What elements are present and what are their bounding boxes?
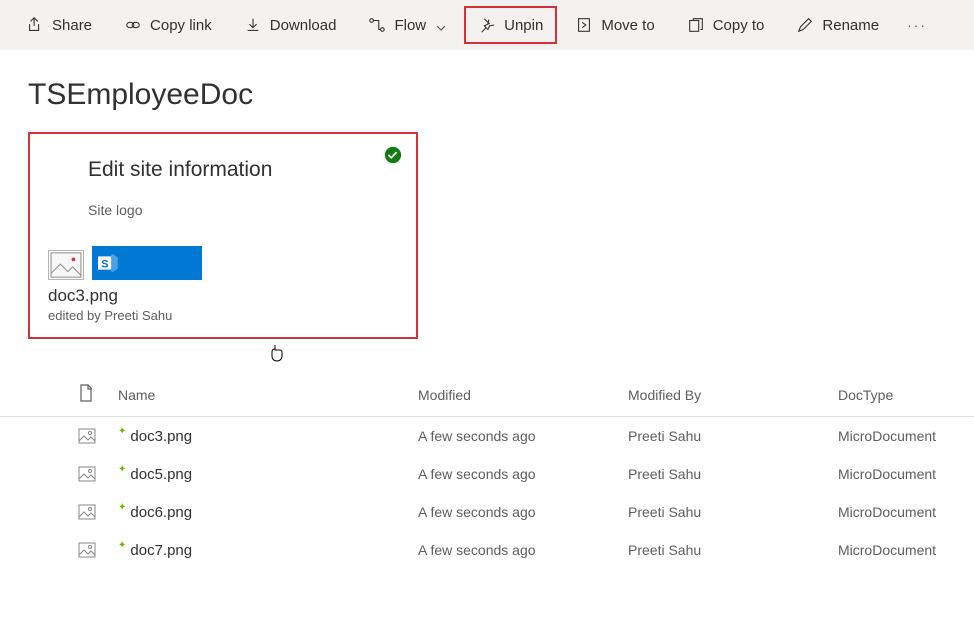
doctype-cell: MicroDocument [838, 504, 974, 520]
cursor-icon [270, 344, 284, 362]
list-row[interactable]: ✦doc5.png A few seconds ago Preeti Sahu … [0, 455, 974, 493]
more-button[interactable]: ··· [897, 9, 937, 41]
doctype-header[interactable]: DocType [838, 387, 974, 403]
list-header: Name Modified Modified By DocType [0, 373, 974, 417]
moveto-icon [575, 16, 593, 34]
image-file-icon [78, 541, 96, 559]
thumbnail: S [48, 246, 398, 280]
toolbar: Share Copy link Download Flow Unpin Move… [0, 0, 974, 50]
share-icon [26, 16, 44, 34]
card-filename: doc3.png [48, 286, 398, 306]
file-name: doc6.png [130, 504, 192, 521]
new-indicator-icon: ✦ [118, 426, 126, 437]
copyto-button[interactable]: Copy to [673, 6, 779, 44]
list-row[interactable]: ✦doc7.png A few seconds ago Preeti Sahu … [0, 531, 974, 569]
unpin-label: Unpin [504, 17, 543, 34]
modified-header[interactable]: Modified [418, 387, 628, 403]
unpin-icon [478, 16, 496, 34]
doctype-cell: MicroDocument [838, 466, 974, 482]
list-row[interactable]: ✦doc6.png A few seconds ago Preeti Sahu … [0, 493, 974, 531]
modified-cell: A few seconds ago [418, 428, 628, 444]
share-button[interactable]: Share [12, 6, 106, 44]
new-indicator-icon: ✦ [118, 502, 126, 513]
modifiedby-cell: Preeti Sahu [628, 542, 838, 558]
copylink-label: Copy link [150, 17, 212, 34]
rename-button[interactable]: Rename [782, 6, 893, 44]
image-file-icon [78, 503, 96, 521]
modifiedby-header[interactable]: Modified By [628, 387, 838, 403]
image-placeholder-icon [48, 250, 84, 280]
pinned-card[interactable]: Edit site information Site logo S doc3.p… [28, 132, 418, 339]
page-title: TSEmployeeDoc [28, 78, 974, 112]
image-file-icon [78, 465, 96, 483]
link-icon [124, 16, 142, 34]
moveto-button[interactable]: Move to [561, 6, 668, 44]
file-name: doc7.png [130, 542, 192, 559]
unpin-button[interactable]: Unpin [464, 6, 557, 44]
card-subtitle: Site logo [88, 202, 398, 218]
flow-button[interactable]: Flow [354, 6, 460, 44]
card-meta: edited by Preeti Sahu [48, 308, 398, 323]
image-file-icon [78, 427, 96, 445]
doctype-cell: MicroDocument [838, 428, 974, 444]
file-name: doc3.png [130, 428, 192, 445]
flow-label: Flow [394, 17, 426, 34]
modifiedby-cell: Preeti Sahu [628, 466, 838, 482]
card-title: Edit site information [88, 158, 398, 182]
modified-cell: A few seconds ago [418, 466, 628, 482]
modified-cell: A few seconds ago [418, 542, 628, 558]
svg-text:S: S [101, 258, 108, 270]
copyto-icon [687, 16, 705, 34]
pencil-icon [796, 16, 814, 34]
copylink-button[interactable]: Copy link [110, 6, 226, 44]
download-label: Download [270, 17, 337, 34]
new-indicator-icon: ✦ [118, 540, 126, 551]
modifiedby-cell: Preeti Sahu [628, 504, 838, 520]
doctype-cell: MicroDocument [838, 542, 974, 558]
list-row[interactable]: ✦doc3.png A few seconds ago Preeti Sahu … [0, 417, 974, 455]
check-icon [384, 146, 402, 164]
rename-label: Rename [822, 17, 879, 34]
new-indicator-icon: ✦ [118, 464, 126, 475]
download-button[interactable]: Download [230, 6, 351, 44]
share-label: Share [52, 17, 92, 34]
file-type-header-icon[interactable] [78, 383, 118, 406]
chevron-down-icon [436, 20, 446, 30]
name-header[interactable]: Name [118, 387, 418, 403]
sharepoint-logo: S [92, 246, 202, 280]
flow-icon [368, 16, 386, 34]
copyto-label: Copy to [713, 17, 765, 34]
file-name: doc5.png [130, 466, 192, 483]
download-icon [244, 16, 262, 34]
modifiedby-cell: Preeti Sahu [628, 428, 838, 444]
file-list: Name Modified Modified By DocType ✦ doc3.… [0, 373, 974, 569]
moveto-label: Move to [601, 17, 654, 34]
modified-cell: A few seconds ago [418, 504, 628, 520]
